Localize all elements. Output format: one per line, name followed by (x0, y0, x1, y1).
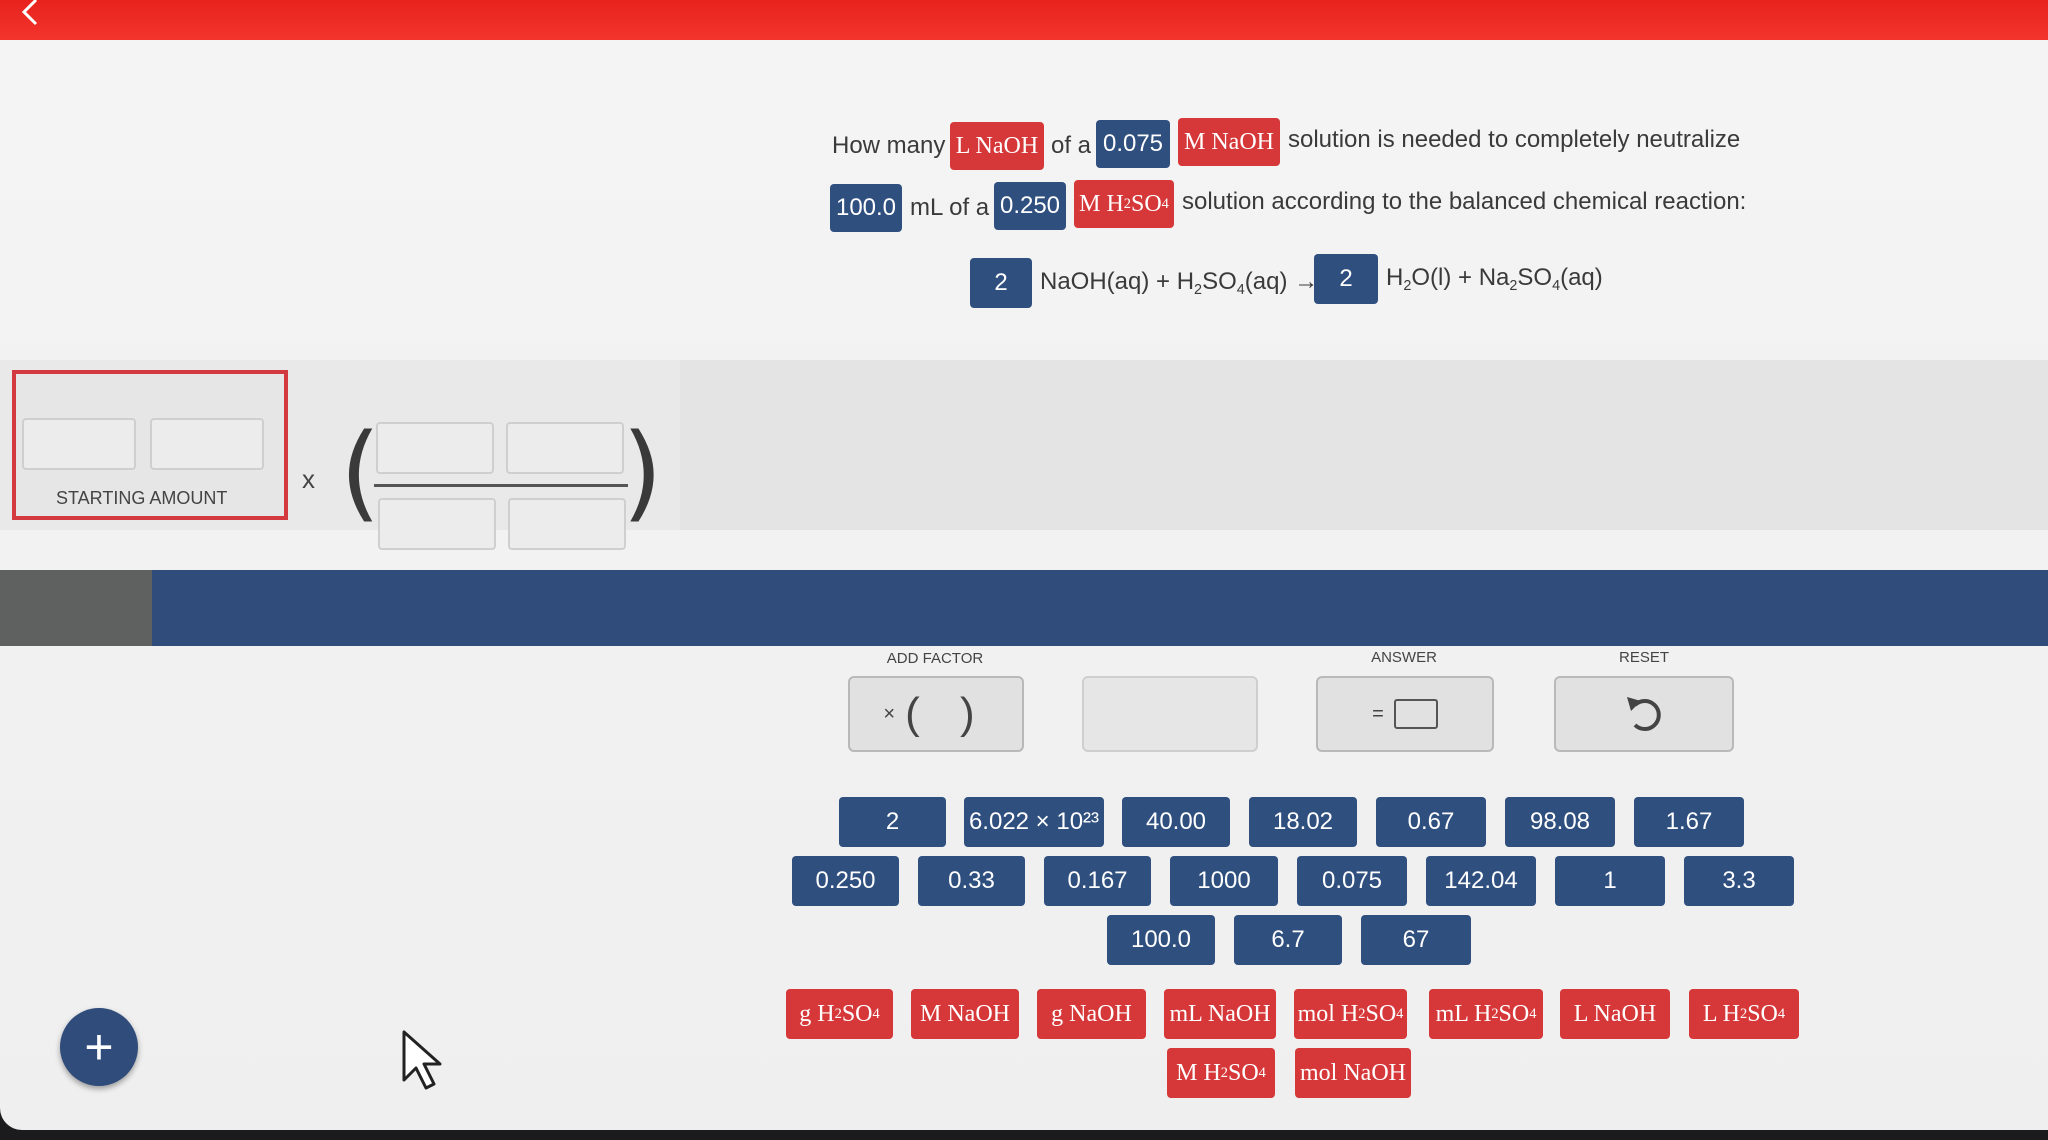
number-tile-0-33[interactable]: 0.33 (918, 856, 1025, 906)
eq-text: (aq) → (1244, 268, 1319, 295)
answer-equals: = (1372, 702, 1384, 725)
equation-coef-water[interactable]: 2 (1314, 254, 1378, 304)
question-tag-l-naoh: L NaOH (950, 122, 1044, 170)
number-tile-1-67[interactable]: 1.67 (1634, 797, 1744, 847)
reset-label: RESET (1618, 649, 1669, 666)
starting-amount-value-slot[interactable] (22, 418, 136, 470)
unit-text: SO (1365, 1000, 1397, 1027)
tag-text: SO (1130, 190, 1162, 217)
unit-text: L H (1702, 1000, 1740, 1027)
unit-tile-m-naoh[interactable]: M NaOH (911, 989, 1019, 1039)
blank-control-button[interactable] (1082, 676, 1258, 752)
starting-amount-box[interactable]: STARTING AMOUNT (12, 370, 288, 520)
question-tag-0-250: 0.250 (994, 182, 1066, 230)
mouse-cursor-icon (402, 1030, 442, 1090)
question-text-how-many: How many (832, 132, 946, 159)
unit-tile-g-h2so4[interactable]: g H 2 SO 4 (786, 989, 893, 1039)
unit-text: g H (799, 1000, 835, 1027)
unit-tile-m-h2so4[interactable]: M H 2 SO 4 (1167, 1048, 1275, 1098)
eq-text: SO (1202, 268, 1237, 295)
number-tile-1[interactable]: 1 (1555, 856, 1665, 906)
number-tile-142-04[interactable]: 142.04 (1426, 856, 1536, 906)
equation-left-side: NaOH(aq) + H2SO4(aq) → (1040, 268, 1319, 299)
number-tile-2[interactable]: 2 (839, 797, 946, 847)
question-tag-100-0: 100.0 (830, 184, 902, 232)
number-tile-1000[interactable]: 1000 (1170, 856, 1278, 906)
factor-denominator-value-slot[interactable] (378, 498, 496, 550)
question-tag-0-075: 0.075 (1096, 120, 1170, 168)
equation-coef-naoh[interactable]: 2 (970, 258, 1032, 308)
eq-text: SO (1517, 264, 1553, 291)
unit-text: SO (1747, 1000, 1778, 1027)
eq-sub: 4 (1236, 282, 1245, 299)
unit-tile-g-naoh[interactable]: g NaOH (1037, 989, 1146, 1039)
eq-text: (aq) (1560, 264, 1603, 291)
plus-icon: + (84, 1019, 114, 1075)
number-tile-67[interactable]: 67 (1361, 915, 1471, 965)
answer-box-icon (1393, 699, 1438, 729)
unit-tile-l-h2so4[interactable]: L H 2 SO 4 (1689, 989, 1799, 1039)
factor-numerator-unit-slot[interactable] (506, 422, 624, 474)
toolbar-band (0, 570, 2048, 646)
eq-sub: 2 (1194, 282, 1203, 299)
number-tile-40-00[interactable]: 40.00 (1122, 797, 1230, 847)
unit-tile-mol-naoh[interactable]: mol NaOH (1295, 1048, 1411, 1098)
tag-text: M H (1079, 190, 1124, 217)
eq-text: NaOH(aq) + H (1040, 268, 1195, 295)
question-text-balanced: solution according to the balanced chemi… (1182, 188, 1747, 215)
answer-label: ANSWER (1371, 649, 1437, 666)
multiply-sign: x (302, 464, 315, 494)
unit-text: mL H (1435, 1000, 1492, 1027)
question-text-neutralize: solution is needed to completely neutral… (1288, 126, 1741, 153)
number-tile-18-02[interactable]: 18.02 (1249, 797, 1357, 847)
number-tile-100-0[interactable]: 100.0 (1107, 915, 1215, 965)
work-area-empty (680, 360, 2048, 530)
factor-numerator-value-slot[interactable] (376, 422, 494, 474)
unit-text: SO (841, 1000, 873, 1027)
reset-button[interactable] (1554, 676, 1734, 752)
number-tile-0-167[interactable]: 0.167 (1044, 856, 1151, 906)
eq-text: H (1386, 264, 1404, 291)
unit-text: SO (1498, 1000, 1530, 1027)
undo-icon (1627, 697, 1661, 731)
unit-text: SO (1227, 1059, 1259, 1086)
eq-text: O(l) + Na (1411, 264, 1510, 291)
fraction-line (374, 484, 628, 487)
answer-button[interactable]: = (1316, 676, 1494, 752)
number-tile-3-3[interactable]: 3.3 (1684, 856, 1794, 906)
close-paren: ) (622, 411, 663, 533)
number-tile-0-67[interactable]: 0.67 (1376, 797, 1486, 847)
add-factor-parens: ( ) (905, 689, 989, 738)
unit-tile-mol-h2so4[interactable]: mol H 2 SO 4 (1294, 989, 1407, 1039)
eq-sub: 4 (1552, 278, 1561, 295)
question-tag-m-naoh: M NaOH (1178, 118, 1280, 166)
add-factor-label: ADD FACTOR (886, 650, 984, 667)
unit-text: mol H (1297, 1000, 1359, 1027)
factor-denominator-unit-slot[interactable] (508, 498, 626, 550)
equation-right-side: H2O(l) + Na2SO4(aq) (1386, 264, 1603, 295)
number-tile-avogadro[interactable]: 6.022 × 10²³ (964, 797, 1104, 847)
question-text-of-a: of a (1051, 132, 1092, 159)
starting-amount-label: STARTING AMOUNT (56, 488, 228, 508)
starting-amount-unit-slot[interactable] (150, 418, 264, 470)
add-factor-times: × (883, 702, 896, 725)
unit-tile-l-naoh[interactable]: L NaOH (1560, 989, 1670, 1039)
number-tile-0-075[interactable]: 0.075 (1297, 856, 1407, 906)
unit-text: M H (1176, 1059, 1221, 1086)
top-bar (0, 0, 2048, 40)
unit-tile-ml-naoh[interactable]: mL NaOH (1164, 989, 1276, 1039)
open-paren: ( (340, 411, 381, 533)
back-arrow-icon[interactable] (14, 0, 44, 26)
add-factor-button[interactable]: × ( ) (848, 676, 1024, 752)
toolbar-band-left (0, 570, 152, 646)
question-tag-m-h2so4: M H 2 SO 4 (1074, 180, 1174, 228)
number-tile-98-08[interactable]: 98.08 (1505, 797, 1615, 847)
question-text-ml-of-a: mL of a (910, 194, 990, 221)
number-tile-6-7[interactable]: 6.7 (1234, 915, 1342, 965)
add-plus-button[interactable]: + (60, 1008, 138, 1086)
number-tile-0-250[interactable]: 0.250 (792, 856, 899, 906)
unit-tile-ml-h2so4[interactable]: mL H 2 SO 4 (1429, 989, 1543, 1039)
